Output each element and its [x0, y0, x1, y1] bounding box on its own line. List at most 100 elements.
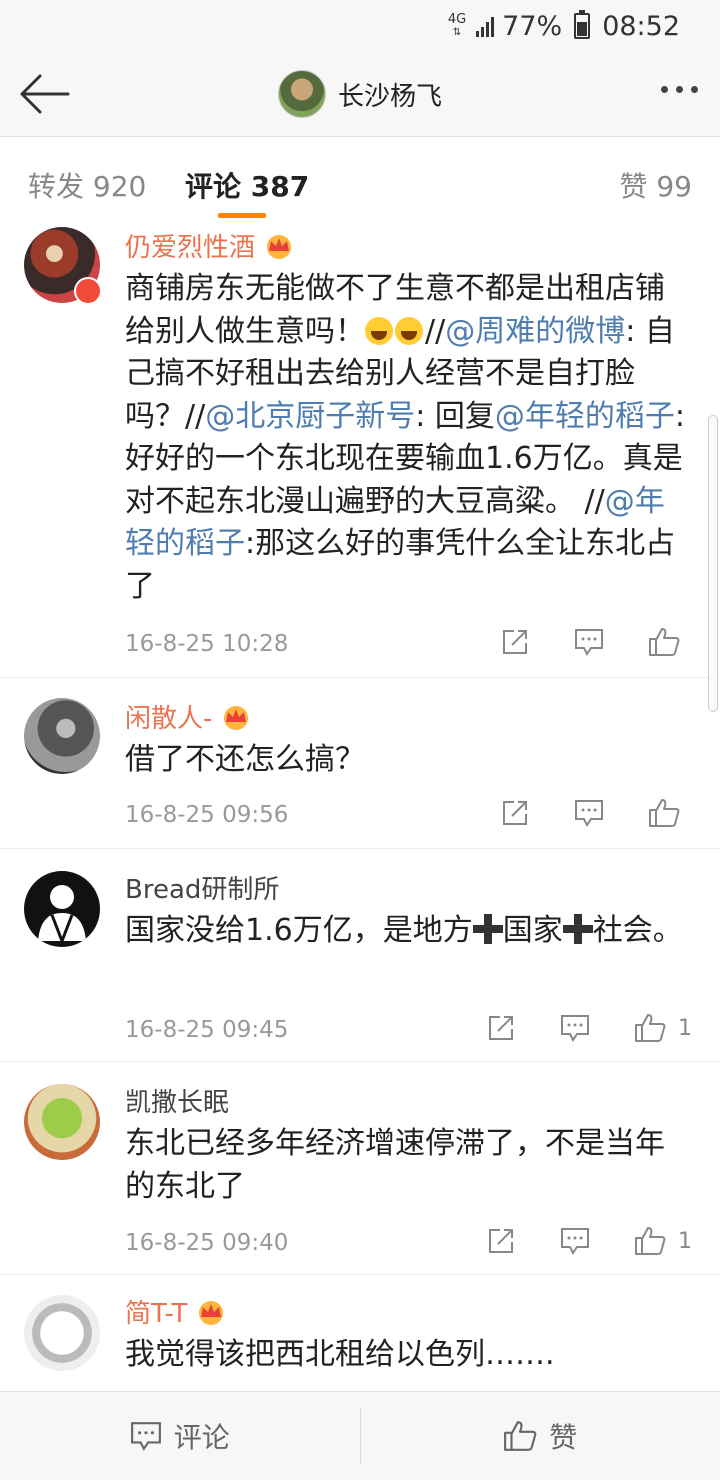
comment-text: 国家没给1.6万亿，是地方 国家 社会。	[125, 910, 694, 953]
more-dot-icon	[691, 86, 698, 93]
comment-icon	[130, 1422, 161, 1451]
comment-text-segment: : 回复	[415, 398, 495, 434]
like-count: 1	[678, 1015, 692, 1041]
thumbs-up-icon	[504, 1421, 537, 1451]
comment-item: 闲散人- 借了不还怎么搞？ 16-8-25 09:56	[0, 678, 720, 849]
comment-author[interactable]: 凯撒长眠	[125, 1082, 229, 1119]
like-button[interactable]	[648, 627, 692, 657]
avatar[interactable]	[24, 1295, 100, 1371]
vip-crown-icon	[224, 705, 249, 730]
mention-link[interactable]: @年轻的稻子	[495, 399, 675, 434]
comment-text: 借了不还怎么搞？	[125, 739, 694, 782]
comment-text-segment: 东北已经多年经济增速停滞了，不是当年的东北了	[125, 1126, 665, 1204]
share-icon	[503, 801, 527, 825]
like-button-label: 赞	[549, 1421, 578, 1454]
signal-icon	[476, 15, 495, 37]
share-button[interactable]	[486, 1226, 516, 1256]
thumbs-up-icon	[635, 1014, 666, 1042]
comment-time: 16-8-25 09:56	[125, 802, 289, 828]
comment-text: 商铺房东无能做不了生意不都是出租店铺给别人做生意吗！//@周难的微博: 自己搞不…	[125, 268, 694, 608]
comment-author[interactable]: 简T-T	[125, 1293, 187, 1330]
tab-comments[interactable]: 评论 387	[185, 165, 309, 205]
comment-button-label: 评论	[173, 1421, 230, 1454]
comment-author[interactable]: 仍爱烈性酒	[125, 227, 255, 264]
bottom-action-bar: 评论 赞	[0, 1391, 720, 1480]
status-bar: 4G ⇅ 77% 08:52	[0, 0, 720, 52]
comment-icon	[561, 1228, 589, 1255]
verified-badge-icon	[74, 277, 102, 305]
like-button[interactable]: 1	[634, 1226, 692, 1256]
share-icon	[489, 1016, 513, 1040]
share-button[interactable]	[500, 798, 530, 828]
comment-actions	[500, 627, 692, 657]
like-button[interactable]	[648, 798, 692, 828]
comment-author[interactable]: Bread研制所	[125, 869, 279, 906]
comment-list: 仍爱烈性酒 商铺房东无能做不了生意不都是出租店铺给别人做生意吗！//@周难的微博…	[0, 221, 720, 1395]
mention-link[interactable]: @周难的微博	[445, 314, 625, 349]
reply-button[interactable]	[560, 1014, 590, 1042]
vip-crown-icon	[267, 234, 292, 259]
comment-text-segment: 国家	[502, 913, 563, 948]
network-type: 4G	[447, 12, 467, 27]
comment-text: 东北已经多年经济增速停滞了，不是当年的东北了	[125, 1123, 694, 1208]
share-icon	[503, 630, 527, 654]
clock: 08:52	[602, 10, 680, 42]
share-icon	[489, 1229, 513, 1253]
avatar[interactable]	[24, 698, 100, 774]
more-menu-button[interactable]	[661, 86, 698, 93]
reply-button[interactable]	[574, 628, 604, 656]
comment-icon	[575, 629, 603, 656]
comment-author[interactable]: 闲散人-	[125, 698, 212, 735]
scrollbar[interactable]	[708, 415, 718, 712]
reply-button[interactable]	[560, 1227, 590, 1255]
battery-percent: 77%	[502, 10, 563, 42]
comment-actions	[500, 798, 692, 828]
comment-text-segment: 国家没给1.6万亿，是地方	[125, 913, 473, 948]
more-dot-icon	[676, 86, 683, 93]
active-tab-indicator	[218, 213, 266, 218]
share-button[interactable]	[486, 1013, 516, 1043]
comment-item: 仍爱烈性酒 商铺房东无能做不了生意不都是出租店铺给别人做生意吗！//@周难的微博…	[0, 221, 720, 678]
person-silhouette-icon	[38, 885, 86, 946]
thumbs-up-icon	[649, 799, 680, 827]
plus-emoji-icon	[562, 914, 593, 944]
vip-crown-icon	[199, 1300, 224, 1325]
comment-text-segment: 借了不还怎么搞？	[125, 742, 365, 777]
comment-text-segment: 社会。	[592, 913, 683, 948]
page-title: 长沙杨飞	[337, 81, 442, 112]
comment-button[interactable]: 评论	[0, 1392, 360, 1480]
plus-emoji-icon	[472, 914, 503, 944]
comment-text-segment: 我觉得该把西北租给以色列…….	[125, 1337, 555, 1372]
comment-actions: 1	[486, 1226, 692, 1256]
battery-icon	[574, 10, 591, 39]
comment-text: 我觉得该把西北租给以色列…….	[125, 1334, 694, 1377]
comment-actions: 1	[486, 1013, 692, 1043]
comment-item: 简T-T 我觉得该把西北租给以色列…….	[0, 1275, 720, 1395]
avatar[interactable]	[24, 871, 100, 947]
share-button[interactable]	[500, 627, 530, 657]
comment-item: Bread研制所 国家没给1.6万亿，是地方 国家 社会。 16-8-25 09:4…	[0, 849, 720, 1062]
avatar[interactable]	[277, 70, 326, 118]
comment-time: 16-8-25 09:45	[125, 1017, 289, 1043]
mention-link[interactable]: @北京厨子新号	[205, 399, 415, 434]
comment-time: 16-8-25 09:40	[125, 1230, 289, 1256]
tab-likes[interactable]: 赞 99	[619, 165, 692, 205]
comment-item: 凯撒长眠 东北已经多年经济增速停滞了，不是当年的东北了 16-8-25 09:4…	[0, 1062, 720, 1275]
avatar[interactable]	[24, 1084, 100, 1160]
comment-text-segment: //	[425, 313, 446, 349]
network-indicator: 4G ⇅	[447, 12, 467, 38]
like-count: 1	[678, 1228, 692, 1254]
thumbs-up-icon	[635, 1227, 666, 1255]
laughing-emoji-icon	[365, 316, 393, 345]
comment-time: 16-8-25 10:28	[125, 631, 289, 657]
tab-reposts[interactable]: 转发 920	[28, 165, 146, 205]
reply-button[interactable]	[574, 799, 604, 827]
comment-icon	[561, 1015, 589, 1042]
like-button[interactable]: 1	[634, 1013, 692, 1043]
header: 长沙杨飞	[0, 52, 720, 137]
comment-icon	[575, 800, 603, 827]
laughing-emoji-icon	[395, 316, 423, 345]
tab-bar: 转发 920 评论 387 赞 99	[0, 137, 720, 221]
like-button[interactable]: 赞	[361, 1392, 720, 1480]
header-user[interactable]: 长沙杨飞	[0, 70, 720, 118]
